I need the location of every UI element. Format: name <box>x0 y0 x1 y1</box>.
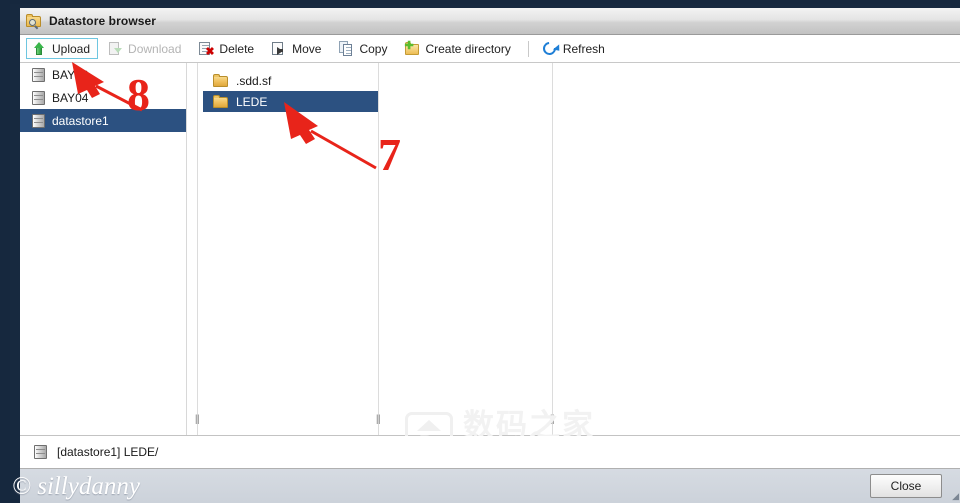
new-folder-icon: ✚ <box>404 40 420 57</box>
browser-body: BAY02 BAY04 datastore1 ‖ .sdd.sf LEDE ‖ … <box>20 63 960 464</box>
window-title: Datastore browser <box>49 14 157 28</box>
column-splitter-3[interactable] <box>552 63 553 435</box>
create-directory-button[interactable]: ✚ Create directory <box>399 38 518 59</box>
delete-icon: ✖ <box>198 41 215 57</box>
window-titlebar: Datastore browser <box>20 8 960 35</box>
datastore-browser-window: Datastore browser Upload Download ✖ Dele… <box>0 0 960 503</box>
sidebar-item-label: BAY04 <box>52 90 89 105</box>
refresh-button[interactable]: Refresh <box>537 38 613 59</box>
download-icon <box>107 41 123 57</box>
datastore-icon <box>32 90 45 105</box>
close-button[interactable]: Close <box>870 474 942 498</box>
refresh-icon <box>540 38 559 58</box>
file-column-3[interactable] <box>558 63 960 435</box>
file-column-1[interactable]: .sdd.sf LEDE <box>203 63 378 435</box>
folder-icon <box>213 74 229 87</box>
dialog-footer: Close ◢ <box>20 469 960 503</box>
column-splitter-grip-3[interactable]: ‖ <box>547 413 558 426</box>
window-resize-grip[interactable]: ◢ <box>947 490 959 502</box>
datastore-icon <box>32 113 45 128</box>
column-splitter-1[interactable] <box>197 63 198 435</box>
download-button-label: Download <box>128 41 182 56</box>
file-column-2[interactable] <box>384 63 552 435</box>
move-icon <box>271 41 287 57</box>
folder-search-icon <box>26 13 43 29</box>
move-button-label: Move <box>292 41 322 56</box>
datastore-icon <box>34 445 47 459</box>
datastore-icon <box>32 67 45 82</box>
copy-icon <box>338 40 354 57</box>
delete-button[interactable]: ✖ Delete <box>193 38 262 59</box>
toolbar: Upload Download ✖ Delete Move Copy ✚ Cre… <box>20 35 960 63</box>
copy-button-label: Copy <box>359 41 388 56</box>
delete-button-label: Delete <box>219 41 255 56</box>
file-row-sdd-sf[interactable]: .sdd.sf <box>203 70 378 91</box>
file-row-label: .sdd.sf <box>236 73 272 88</box>
file-row-label: LEDE <box>236 94 268 109</box>
refresh-button-label: Refresh <box>562 41 605 56</box>
sidebar-item-bay04[interactable]: BAY04 <box>20 86 186 109</box>
datastore-tree-pane[interactable]: BAY02 BAY04 datastore1 <box>20 63 187 435</box>
column-splitter-2[interactable] <box>378 63 379 435</box>
lede-folder-row[interactable]: LEDE <box>203 91 378 112</box>
move-button[interactable]: Move <box>266 38 329 59</box>
column-splitter-grip-2[interactable]: ‖ <box>373 413 384 426</box>
toolbar-separator <box>527 40 529 57</box>
status-bar: [datastore1] LEDE/ <box>20 436 960 469</box>
sidebar-item-label: BAY02 <box>52 67 89 82</box>
column-splitter-grip-1[interactable]: ‖ <box>192 413 203 426</box>
folder-icon <box>213 95 229 108</box>
sidebar-item-label: datastore1 <box>52 113 109 128</box>
create-directory-button-label: Create directory <box>425 41 511 56</box>
upload-icon <box>31 41 47 57</box>
download-button[interactable]: Download <box>102 38 189 59</box>
upload-button-label: Upload <box>52 41 91 56</box>
copy-button[interactable]: Copy <box>333 38 395 59</box>
window-content: Datastore browser Upload Download ✖ Dele… <box>20 8 960 503</box>
upload-button[interactable]: Upload <box>26 38 99 59</box>
status-path: [datastore1] LEDE/ <box>57 445 159 459</box>
sidebar-item-bay02[interactable]: BAY02 <box>20 63 186 86</box>
close-button-label: Close <box>890 479 922 493</box>
sidebar-item-datastore1[interactable]: datastore1 <box>20 109 186 132</box>
